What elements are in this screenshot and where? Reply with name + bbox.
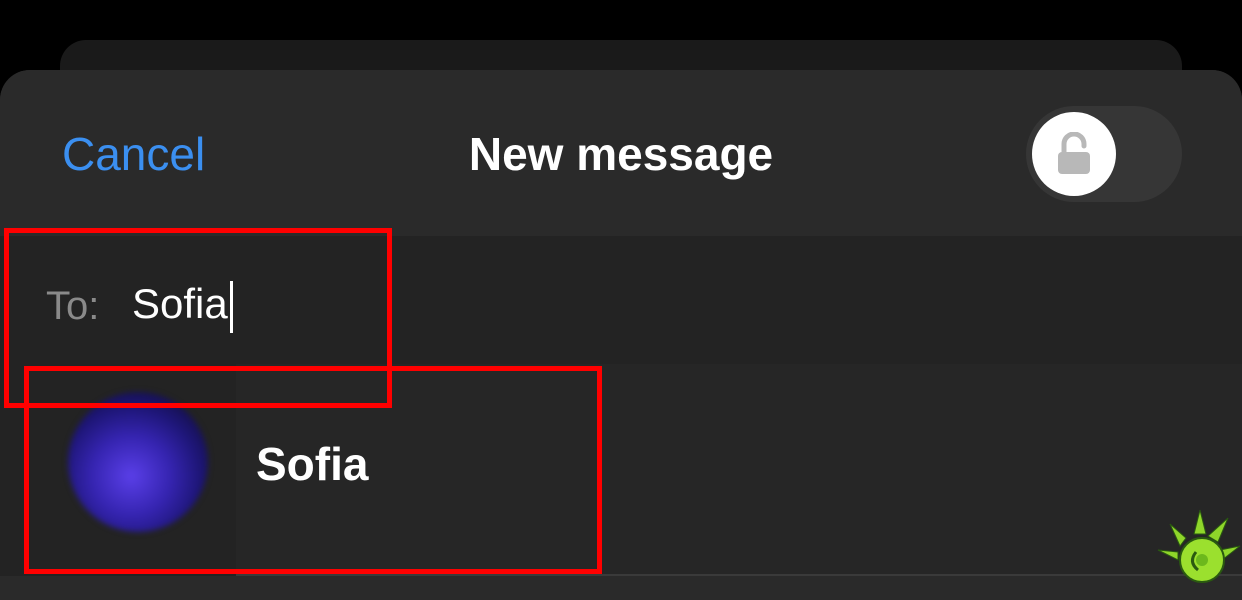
watermark-logo-icon: [1157, 509, 1241, 583]
toggle-knob: [1032, 112, 1116, 196]
text-caret: [229, 280, 233, 333]
recipient-input[interactable]: Sofia: [132, 276, 732, 333]
divider: [236, 574, 1242, 576]
recipient-input-value: Sofia: [132, 280, 228, 327]
suggestion-list-item[interactable]: Sofia: [0, 364, 1242, 576]
to-label: To:: [46, 284, 100, 328]
recipient-row: To: Sofia: [0, 236, 1242, 364]
avatar: [68, 392, 208, 532]
suggestion-name: Sofia: [256, 438, 369, 490]
avatar-cell: [0, 364, 236, 576]
sheet-header: Cancel New message: [0, 70, 1242, 236]
lock-open-icon: [1058, 132, 1090, 174]
new-message-sheet: Cancel New message To: Sofia Sofia: [0, 70, 1242, 600]
vanish-mode-toggle[interactable]: [1026, 106, 1182, 202]
